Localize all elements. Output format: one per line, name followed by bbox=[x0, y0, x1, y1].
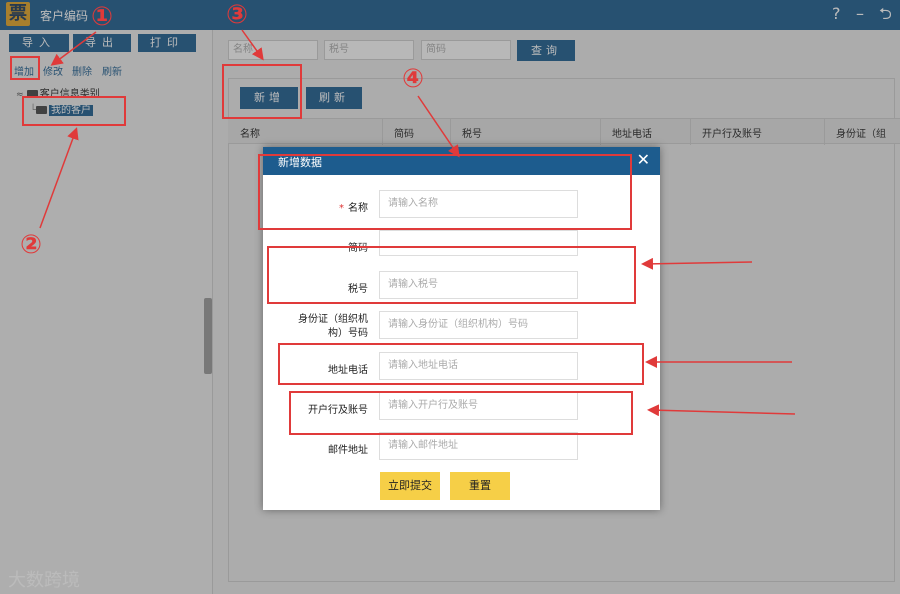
annotation-box-add-button bbox=[222, 64, 302, 119]
annotation-number-2: ② bbox=[20, 230, 43, 260]
field-label-id-number: 身份证（组织机构）号码 bbox=[298, 314, 368, 339]
annotation-number-1: ① bbox=[91, 2, 114, 32]
reset-button[interactable]: 重置 bbox=[450, 472, 510, 500]
annotation-number-3: ③ bbox=[226, 0, 249, 30]
annotation-box-dialog-name bbox=[258, 154, 632, 230]
close-icon[interactable]: ✕ bbox=[637, 150, 650, 170]
id-number-input[interactable]: 请输入身份证（组织机构）号码 bbox=[379, 311, 578, 339]
annotation-box-add bbox=[10, 56, 40, 80]
annotation-number-4: ④ bbox=[402, 64, 425, 94]
annotation-box-my-customers bbox=[22, 96, 126, 126]
field-label-email: 邮件地址 bbox=[328, 445, 368, 456]
submit-button[interactable]: 立即提交 bbox=[380, 472, 440, 500]
email-input[interactable]: 请输入邮件地址 bbox=[379, 432, 578, 460]
annotation-box-tax bbox=[267, 246, 636, 304]
annotation-box-bank-account bbox=[289, 391, 633, 435]
annotation-box-address-phone bbox=[278, 343, 644, 385]
